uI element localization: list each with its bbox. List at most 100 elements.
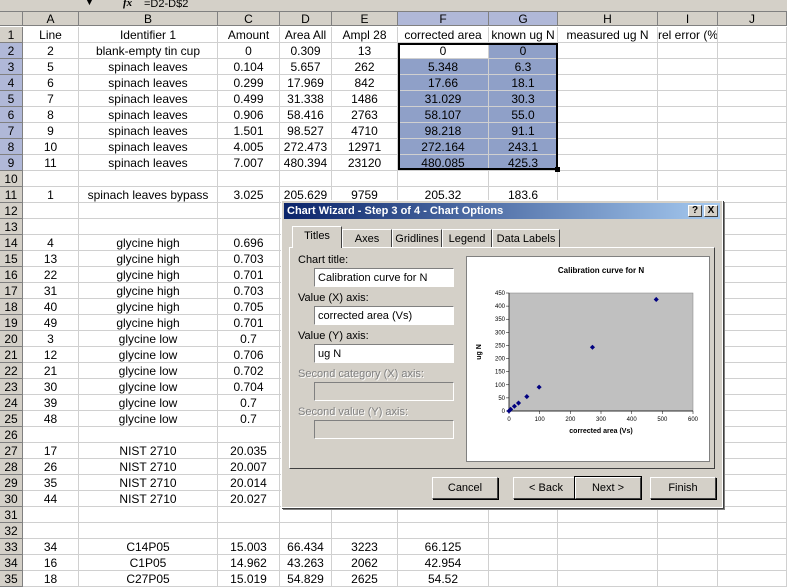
close-button[interactable]: X [704,205,718,217]
cell[interactable]: 55.0 [489,107,558,123]
cell[interactable] [558,75,658,91]
cell[interactable] [332,171,398,187]
cell[interactable] [23,203,79,219]
cell[interactable] [718,107,787,123]
cell[interactable] [718,331,787,347]
cell[interactable]: 4710 [332,123,398,139]
cell[interactable] [558,171,658,187]
cell[interactable]: 480.085 [398,155,489,171]
row-header[interactable]: 13 [0,219,23,235]
cell[interactable]: glycine low [79,363,218,379]
row-header[interactable]: 26 [0,427,23,443]
cell[interactable]: 272.473 [280,139,332,155]
row-header[interactable]: 11 [0,187,23,203]
cell[interactable] [79,507,218,523]
cell[interactable] [218,507,280,523]
cell[interactable]: C27P05 [79,571,218,587]
cell[interactable] [718,59,787,75]
cell[interactable]: corrected area [398,27,489,43]
cell[interactable]: 0 [489,43,558,59]
cell[interactable]: 30 [23,379,79,395]
row-header[interactable]: 16 [0,267,23,283]
cell[interactable] [558,59,658,75]
cell[interactable] [658,107,718,123]
cell[interactable]: 31.338 [280,91,332,107]
select-all-corner[interactable] [0,12,23,26]
cell[interactable]: 66.125 [398,539,489,555]
fill-handle[interactable] [555,167,560,172]
column-header-d[interactable]: D [280,12,332,26]
cell[interactable]: known ug N [489,27,558,43]
cell[interactable] [489,539,558,555]
cell[interactable]: 0.701 [218,315,280,331]
row-header[interactable]: 19 [0,315,23,331]
cell[interactable]: 30.3 [489,91,558,107]
cell[interactable]: 5 [23,59,79,75]
cell[interactable]: 2625 [332,571,398,587]
cell[interactable] [718,235,787,251]
row-header[interactable]: 6 [0,107,23,123]
cell[interactable]: 26 [23,459,79,475]
cell[interactable]: 0.703 [218,251,280,267]
tab-axes[interactable]: Axes [342,229,392,247]
row-header[interactable]: 18 [0,299,23,315]
function-icon[interactable]: fx [123,0,132,10]
back-button[interactable]: < Back [513,477,579,499]
cell[interactable]: 425.3 [489,155,558,171]
cell[interactable] [398,171,489,187]
cell[interactable]: 8 [23,107,79,123]
cell[interactable] [718,443,787,459]
column-header-j[interactable]: J [718,12,787,26]
cell[interactable]: measured ug N [558,27,658,43]
finish-button[interactable]: Finish [650,477,716,499]
cell[interactable]: NIST 2710 [79,475,218,491]
cell[interactable]: spinach leaves [79,75,218,91]
row-header[interactable]: 2 [0,43,23,59]
cell[interactable] [23,523,79,539]
row-header[interactable]: 8 [0,139,23,155]
cell[interactable]: glycine high [79,299,218,315]
cell[interactable] [718,411,787,427]
cell[interactable]: glycine high [79,283,218,299]
cell[interactable] [718,315,787,331]
cell[interactable]: 0 [398,43,489,59]
cell[interactable] [718,555,787,571]
cell[interactable] [718,571,787,587]
cell[interactable] [658,507,718,523]
cell[interactable]: 0.499 [218,91,280,107]
cell[interactable] [489,555,558,571]
cell[interactable] [558,539,658,555]
cell[interactable] [79,523,218,539]
cell[interactable] [489,571,558,587]
cell[interactable]: spinach leaves [79,107,218,123]
row-header[interactable]: 9 [0,155,23,171]
cell[interactable] [658,539,718,555]
row-header[interactable]: 3 [0,59,23,75]
cell[interactable] [718,155,787,171]
row-header[interactable]: 15 [0,251,23,267]
tab-legend[interactable]: Legend [442,229,492,247]
row-header[interactable]: 7 [0,123,23,139]
cell[interactable]: spinach leaves [79,59,218,75]
cell[interactable]: Ampl 28 [332,27,398,43]
cell[interactable] [718,395,787,411]
cell[interactable] [658,571,718,587]
cell[interactable] [718,27,787,43]
cell[interactable]: spinach leaves [79,155,218,171]
cell[interactable]: 40 [23,299,79,315]
row-header[interactable]: 4 [0,75,23,91]
cell[interactable] [718,251,787,267]
x-axis-title-input[interactable] [314,306,454,325]
formula-input[interactable]: =D2-D$2 [144,0,188,10]
row-header[interactable]: 27 [0,443,23,459]
cell[interactable] [280,507,332,523]
cell[interactable]: 0.906 [218,107,280,123]
row-header[interactable]: 17 [0,283,23,299]
cell[interactable] [332,523,398,539]
row-header[interactable]: 10 [0,171,23,187]
cell[interactable]: Area All [280,27,332,43]
cell[interactable]: 6.3 [489,59,558,75]
cell[interactable]: 20.035 [218,443,280,459]
column-header-g[interactable]: G [489,12,558,26]
cell[interactable] [280,523,332,539]
